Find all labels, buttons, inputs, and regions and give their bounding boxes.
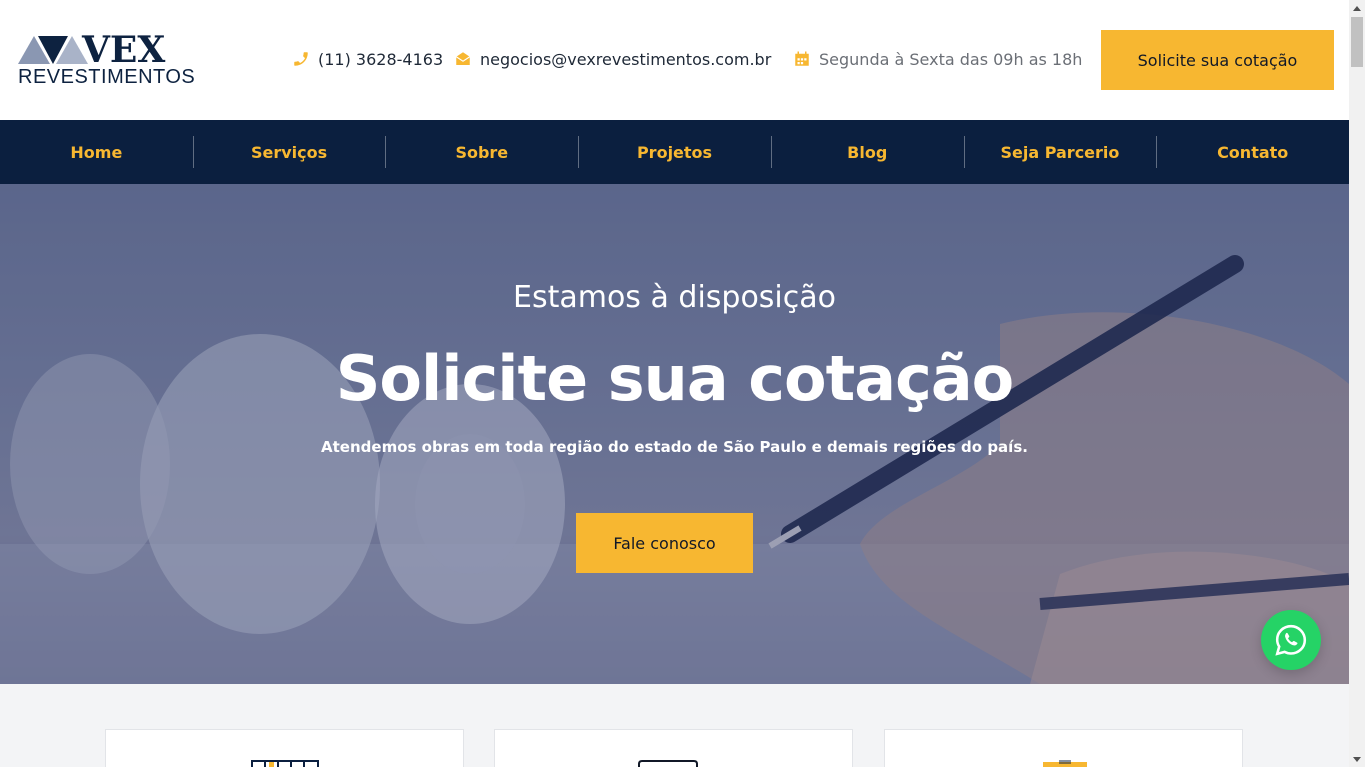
nav-item-home[interactable]: Home: [0, 120, 193, 184]
nav-item-sobre[interactable]: Sobre: [385, 120, 578, 184]
logo-mark: VEX: [18, 32, 165, 66]
hero-title: Solicite sua cotação: [335, 342, 1015, 415]
main-nav: Home Serviços Sobre Projetos Blog Seja P…: [0, 120, 1349, 184]
logo-mark-text: VEX: [81, 32, 165, 66]
panel-icon: [638, 760, 698, 767]
scroll-up-arrow-icon[interactable]: [1349, 0, 1365, 16]
page-scrollbar[interactable]: [1349, 0, 1365, 767]
service-card-3[interactable]: [884, 729, 1243, 767]
scrollbar-thumb[interactable]: [1351, 17, 1363, 67]
whatsapp-icon: [1275, 624, 1307, 656]
header-email[interactable]: negocios@vexrevestimentos.com.br: [454, 48, 771, 70]
hero-section: Estamos à disposição Solicite sua cotaçã…: [0, 184, 1349, 684]
whatsapp-button[interactable]: [1261, 610, 1321, 670]
header-hours: Segunda à Sexta das 09h as 18h: [793, 48, 1082, 70]
nav-item-contato[interactable]: Contato: [1156, 120, 1349, 184]
toolbox-icon: [1043, 760, 1087, 767]
nav-item-projetos[interactable]: Projetos: [578, 120, 771, 184]
contact-us-button[interactable]: Fale conosco: [576, 513, 753, 573]
service-card-1[interactable]: [105, 729, 464, 767]
nav-item-blog[interactable]: Blog: [770, 120, 964, 184]
email-text: negocios@vexrevestimentos.com.br: [480, 49, 772, 69]
phone-icon: [294, 52, 308, 66]
hours-text: Segunda à Sexta das 09h as 18h: [819, 49, 1083, 69]
logo-subtitle: REVESTIMENTOS: [18, 66, 196, 88]
facade-icon: [251, 760, 319, 767]
request-quote-button[interactable]: Solicite sua cotação: [1101, 30, 1334, 90]
phone-text: (11) 3628-4163: [318, 49, 444, 69]
hero-overlay: [0, 184, 1349, 684]
calendar-icon: [795, 51, 809, 66]
nav-item-servicos[interactable]: Serviços: [192, 120, 386, 184]
hero-subtitle: Estamos à disposição: [513, 280, 836, 315]
header-phone[interactable]: (11) 3628-4163: [292, 48, 443, 70]
brand-logo[interactable]: VEX REVESTIMENTOS: [16, 32, 196, 90]
nav-item-seja-parceiro[interactable]: Seja Parcerio: [963, 120, 1157, 184]
service-card-2[interactable]: [494, 729, 853, 767]
site-header: VEX REVESTIMENTOS (11) 3628-4163 negocio…: [0, 0, 1349, 120]
scroll-down-arrow-icon[interactable]: [1349, 751, 1365, 767]
hero-description: Atendemos obras em toda região do estado…: [321, 438, 1028, 456]
envelope-icon: [455, 52, 471, 65]
